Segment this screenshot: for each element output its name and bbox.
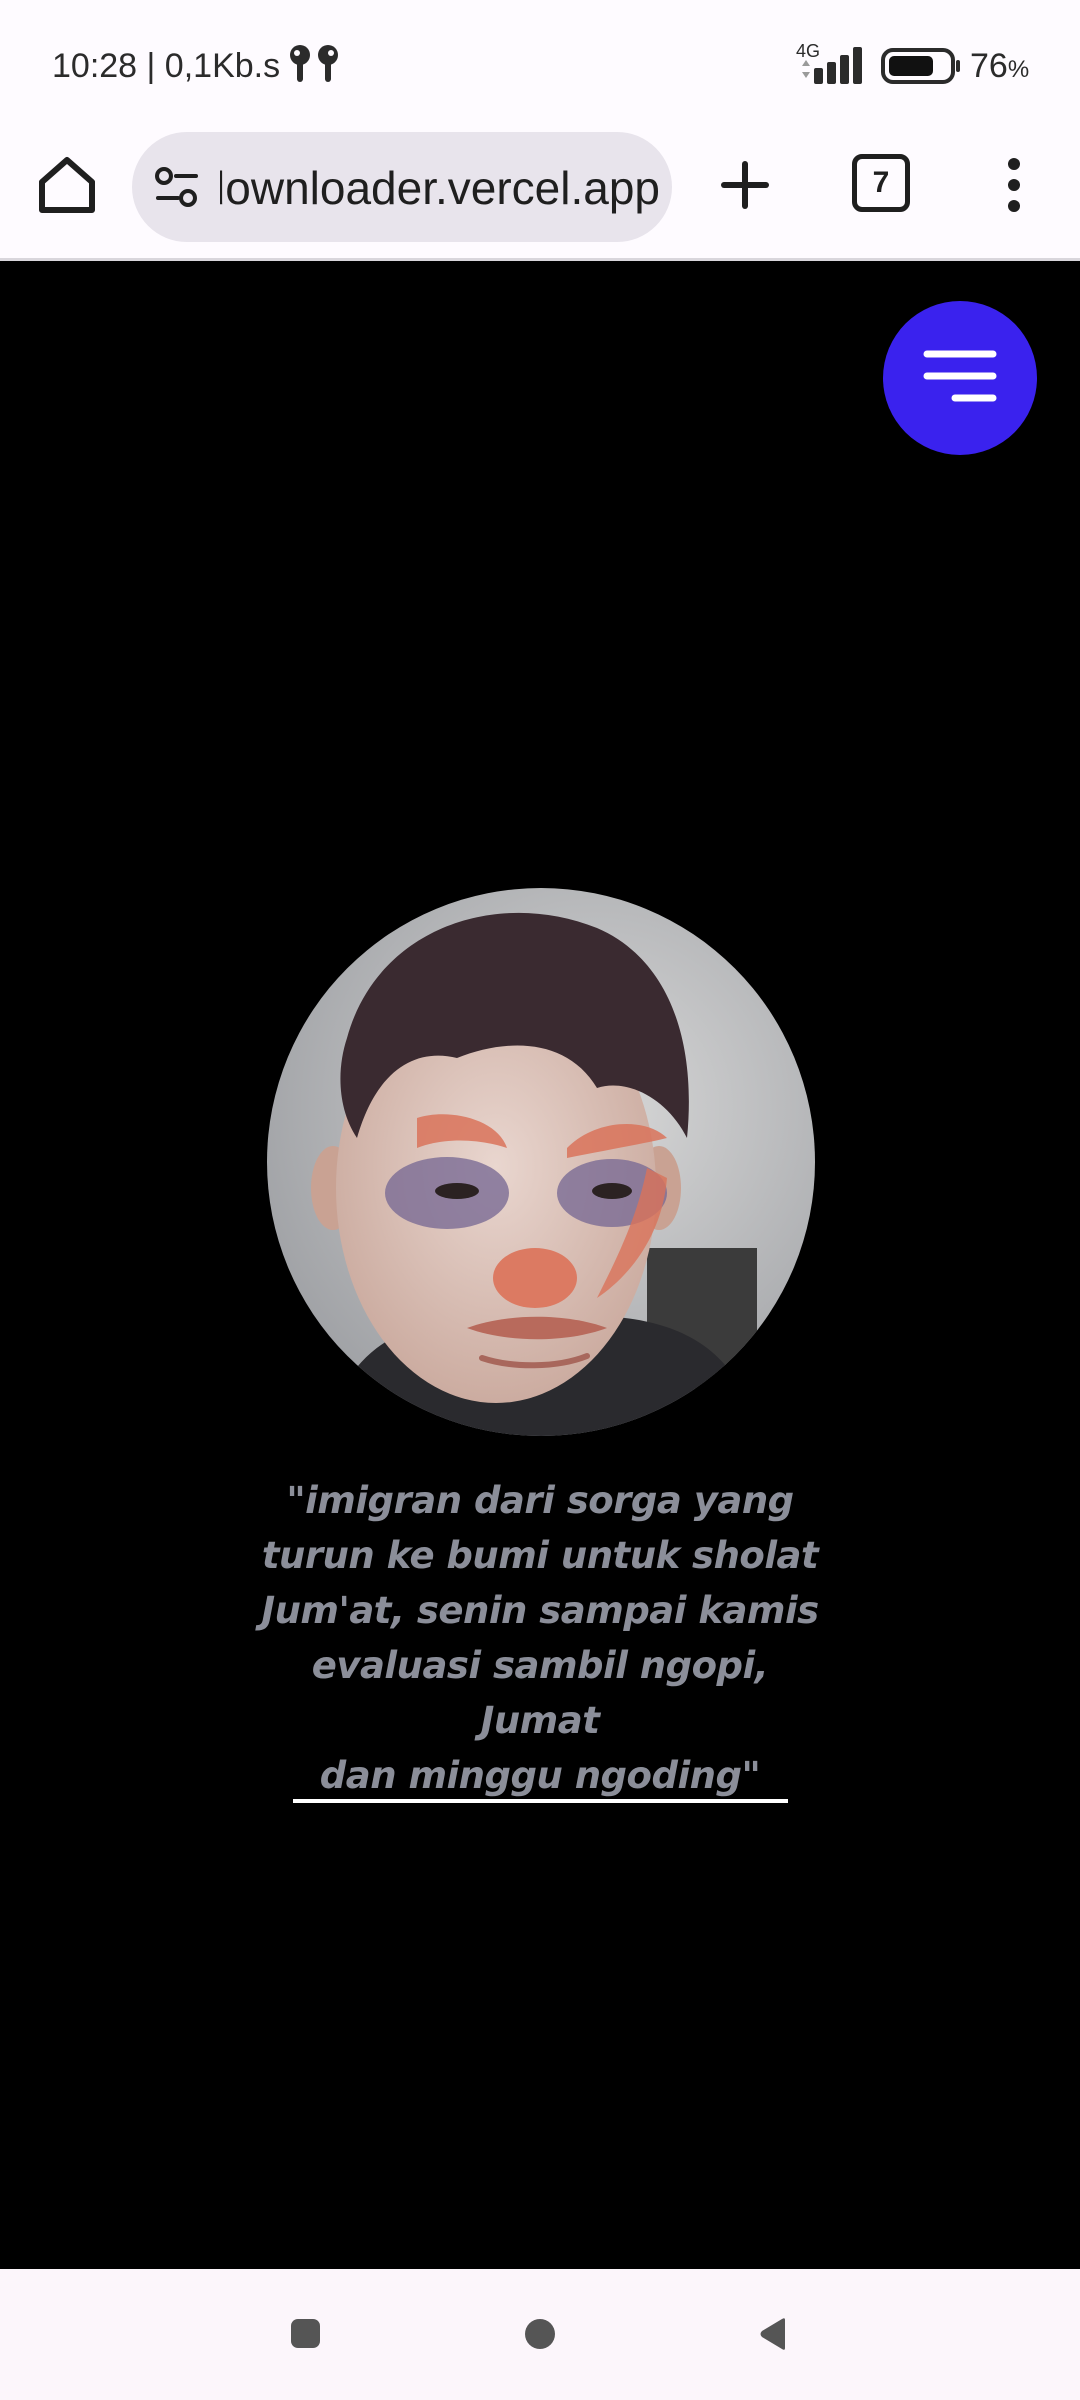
bio-quote: "imigran dari sorga yang turun ke bumi u… (260, 1473, 820, 1803)
home-icon[interactable] (34, 152, 100, 218)
quote-line: turun ke bumi untuk sholat (261, 1534, 819, 1577)
site-settings-icon[interactable] (154, 164, 200, 210)
more-vert-icon[interactable] (996, 152, 1032, 218)
battery-icon (881, 48, 960, 84)
home-circle-icon[interactable] (525, 2319, 555, 2349)
plus-icon[interactable] (712, 152, 778, 218)
address-bar[interactable]: youtube-downloader.vercel.app (132, 132, 672, 242)
quote-line: Jum'at, senin sampai kamis (261, 1589, 819, 1632)
quote-line: "imigran dari sorga yang (286, 1479, 794, 1522)
quote-line: evaluasi sambil ngopi, Jumat (311, 1644, 769, 1742)
menu-button[interactable] (883, 301, 1037, 455)
status-bar: 10:28 | 0,1Kb.s 4G 76% (0, 0, 1080, 132)
signal-icon (802, 47, 862, 84)
system-nav-bar (0, 2269, 1080, 2400)
avatar (267, 888, 815, 1436)
earbuds-icon (290, 45, 338, 82)
recents-icon[interactable] (291, 2319, 320, 2348)
battery-percent: 76% (970, 47, 1030, 85)
url-text[interactable]: youtube-downloader.vercel.app (220, 160, 660, 216)
browser-toolbar: youtube-downloader.vercel.app 7 (0, 132, 1080, 261)
status-time: 10:28 | 0,1Kb.s (52, 47, 281, 85)
divider (293, 1799, 788, 1803)
back-triangle-icon[interactable] (757, 2317, 789, 2351)
web-page: "imigran dari sorga yang turun ke bumi u… (0, 261, 1080, 2269)
hamburger-icon (923, 350, 997, 402)
quote-line: dan minggu ngoding" (319, 1754, 761, 1797)
tab-switcher-icon[interactable]: 7 (852, 154, 910, 212)
